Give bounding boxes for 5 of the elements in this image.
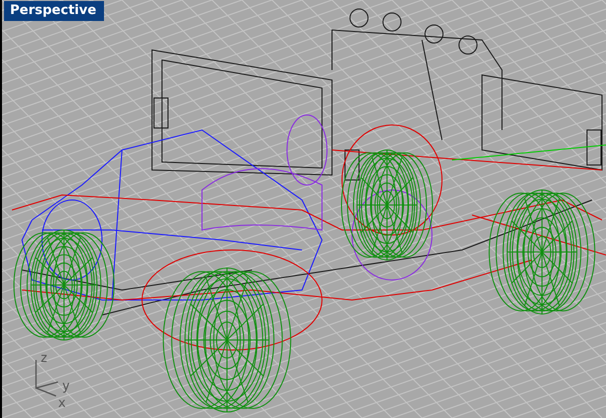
axis-icon xyxy=(35,360,58,397)
viewport-title[interactable]: Perspective xyxy=(4,1,104,21)
axis-label: x xyxy=(58,396,66,411)
axis-label: z xyxy=(40,351,48,366)
axis-label: y xyxy=(62,379,70,394)
